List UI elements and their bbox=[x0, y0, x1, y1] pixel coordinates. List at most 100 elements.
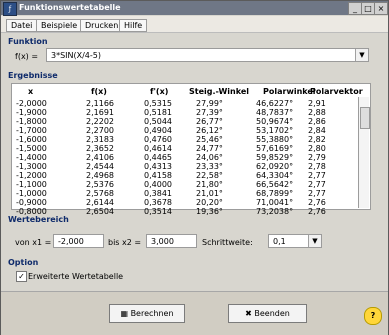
cell-polarwinkel: 68,7899° bbox=[256, 189, 294, 198]
cell-polarvektor: 2,80 bbox=[308, 144, 326, 153]
x1-input[interactable]: -2,000 bbox=[53, 234, 104, 248]
minimize-button[interactable]: _ bbox=[348, 2, 362, 15]
cell-steigung: 26,77° bbox=[196, 117, 223, 126]
menu-hilfe[interactable]: Hilfe bbox=[119, 19, 148, 32]
column-steigung: Steig.-Winkel bbox=[189, 87, 250, 96]
cell-steigung: 27,39° bbox=[196, 108, 223, 117]
x2-input[interactable]: 3,000 bbox=[146, 234, 197, 248]
cell-polarvektor: 2,84 bbox=[308, 126, 326, 135]
cell-steigung: 26,12° bbox=[196, 126, 223, 135]
table-row: -1,2000 2,4968 0,4158 22,58° 64,3304° 2,… bbox=[16, 171, 355, 180]
section-option-label: Option bbox=[8, 258, 39, 267]
cell-steigung: 23,33° bbox=[196, 162, 223, 171]
cell-fx: 2,2700 bbox=[86, 126, 114, 135]
table-row: -1,6000 2,3183 0,4760 25,46° 55,3880° 2,… bbox=[16, 135, 355, 144]
column-fpx: f'(x) bbox=[150, 87, 169, 96]
compute-button[interactable]: ▦ Berechnen bbox=[109, 304, 185, 323]
column-polarwinkel: Polarwinkel bbox=[263, 87, 316, 96]
maximize-button[interactable]: □ bbox=[361, 2, 375, 15]
cell-fx: 2,5768 bbox=[86, 189, 114, 198]
extended-table-label: Erweiterte Wertetabelle bbox=[28, 272, 124, 281]
cell-polarwinkel: 66,5642° bbox=[256, 180, 294, 189]
cell-steigung: 27,99° bbox=[196, 99, 223, 108]
cell-fx: 2,3652 bbox=[86, 144, 114, 153]
cell-fpx: 0,3678 bbox=[144, 198, 172, 207]
cell-x: -1,0000 bbox=[16, 189, 47, 198]
table-row: -1,8000 2,2202 0,5044 26,77° 50,9674° 2,… bbox=[16, 117, 355, 126]
cell-fpx: 0,5315 bbox=[144, 99, 172, 108]
cell-polarwinkel: 73,2038° bbox=[256, 207, 294, 216]
cell-polarvektor: 2,88 bbox=[308, 108, 326, 117]
compute-label: Berechnen bbox=[130, 309, 174, 318]
cell-fpx: 0,4904 bbox=[144, 126, 172, 135]
cell-steigung: 24,77° bbox=[196, 144, 223, 153]
cell-fx: 2,1691 bbox=[86, 108, 114, 117]
cell-fx: 2,4106 bbox=[86, 153, 114, 162]
cell-x: -1,1000 bbox=[16, 180, 47, 189]
cell-polarvektor: 2,77 bbox=[308, 171, 326, 180]
table-scrollbar[interactable] bbox=[358, 97, 370, 208]
table-rows: -2,0000 2,1166 0,5315 27,99° 46,6227° 2,… bbox=[16, 99, 355, 216]
table-row: -1,9000 2,1691 0,5181 27,39° 48,7837° 2,… bbox=[16, 108, 355, 117]
column-fx: f(x) bbox=[91, 87, 107, 96]
cell-x: -1,6000 bbox=[16, 135, 47, 144]
help-icon[interactable]: ? bbox=[364, 307, 382, 325]
cell-polarwinkel: 59,8529° bbox=[256, 153, 294, 162]
function-value: 3*SIN(X/4-5) bbox=[51, 51, 101, 60]
cell-x: -2,0000 bbox=[16, 99, 47, 108]
cell-x: -1,9000 bbox=[16, 108, 47, 117]
cell-polarvektor: 2,77 bbox=[308, 180, 326, 189]
step-dropdown-icon[interactable]: ▼ bbox=[308, 235, 321, 247]
cell-fpx: 0,4760 bbox=[144, 135, 172, 144]
cell-fx: 2,1166 bbox=[86, 99, 114, 108]
table-row: -1,7000 2,2700 0,4904 26,12° 53,1702° 2,… bbox=[16, 126, 355, 135]
table-row: -1,1000 2,5376 0,4000 21,80° 66,5642° 2,… bbox=[16, 180, 355, 189]
x2-label: bis x2 = bbox=[108, 238, 142, 247]
cell-polarwinkel: 71,0041° bbox=[256, 198, 294, 207]
table-header: x f(x) f'(x) Steig.-Winkel Polarwinkel P… bbox=[16, 87, 372, 98]
cell-fx: 2,6504 bbox=[86, 207, 114, 216]
exit-button[interactable]: ✖ Beenden bbox=[228, 304, 307, 323]
cell-fx: 2,4544 bbox=[86, 162, 114, 171]
column-polarvektor: Polarvektor bbox=[310, 87, 363, 96]
cell-x: -0,9000 bbox=[16, 198, 47, 207]
cell-fpx: 0,5181 bbox=[144, 108, 172, 117]
exit-label: Beenden bbox=[254, 309, 290, 318]
cell-fpx: 0,4158 bbox=[144, 171, 172, 180]
cell-polarvektor: 2,82 bbox=[308, 135, 326, 144]
function-field[interactable]: 3*SIN(X/4-5) ▼ bbox=[46, 48, 369, 62]
cell-fpx: 0,4465 bbox=[144, 153, 172, 162]
menu-beispiele[interactable]: Beispiele bbox=[36, 19, 83, 32]
cell-polarvektor: 2,86 bbox=[308, 117, 326, 126]
cell-polarwinkel: 64,3304° bbox=[256, 171, 294, 180]
menu-datei[interactable]: Datei bbox=[6, 19, 38, 32]
close-button[interactable]: × bbox=[374, 2, 388, 15]
cell-fx: 2,4968 bbox=[86, 171, 114, 180]
close-icon: ✖ bbox=[245, 309, 252, 318]
table-row: -1,4000 2,4106 0,4465 24,06° 59,8529° 2,… bbox=[16, 153, 355, 162]
cell-polarvektor: 2,76 bbox=[308, 198, 326, 207]
scrollbar-thumb[interactable] bbox=[360, 107, 370, 129]
step-select[interactable]: 0,1 ▼ bbox=[268, 234, 322, 248]
step-label: Schrittweite: bbox=[202, 238, 253, 247]
cell-x: -1,4000 bbox=[16, 153, 47, 162]
function-label: f(x) = bbox=[15, 52, 39, 61]
cell-steigung: 21,01° bbox=[196, 189, 223, 198]
extended-table-checkbox[interactable]: ✓ bbox=[16, 271, 27, 282]
cell-fpx: 0,3841 bbox=[144, 189, 172, 198]
table-row: -2,0000 2,1166 0,5315 27,99° 46,6227° 2,… bbox=[16, 99, 355, 108]
window: ƒ Funktionswertetabelle _ □ × Datei Beis… bbox=[0, 0, 389, 335]
cell-polarwinkel: 62,0920° bbox=[256, 162, 294, 171]
function-dropdown-icon[interactable]: ▼ bbox=[355, 49, 368, 61]
cell-fx: 2,5376 bbox=[86, 180, 114, 189]
cell-steigung: 20,20° bbox=[196, 198, 223, 207]
cell-polarvektor: 2,77 bbox=[308, 189, 326, 198]
menu-drucken[interactable]: Drucken bbox=[80, 19, 124, 32]
step-value: 0,1 bbox=[273, 237, 286, 246]
cell-polarwinkel: 50,9674° bbox=[256, 117, 294, 126]
window-title: Funktionswertetabelle bbox=[19, 3, 121, 12]
cell-polarvektor: 2,79 bbox=[308, 153, 326, 162]
table-row: -1,3000 2,4544 0,4313 23,33° 62,0920° 2,… bbox=[16, 162, 355, 171]
table-row: -1,0000 2,5768 0,3841 21,01° 68,7899° 2,… bbox=[16, 189, 355, 198]
x2-value: 3,000 bbox=[151, 237, 174, 246]
